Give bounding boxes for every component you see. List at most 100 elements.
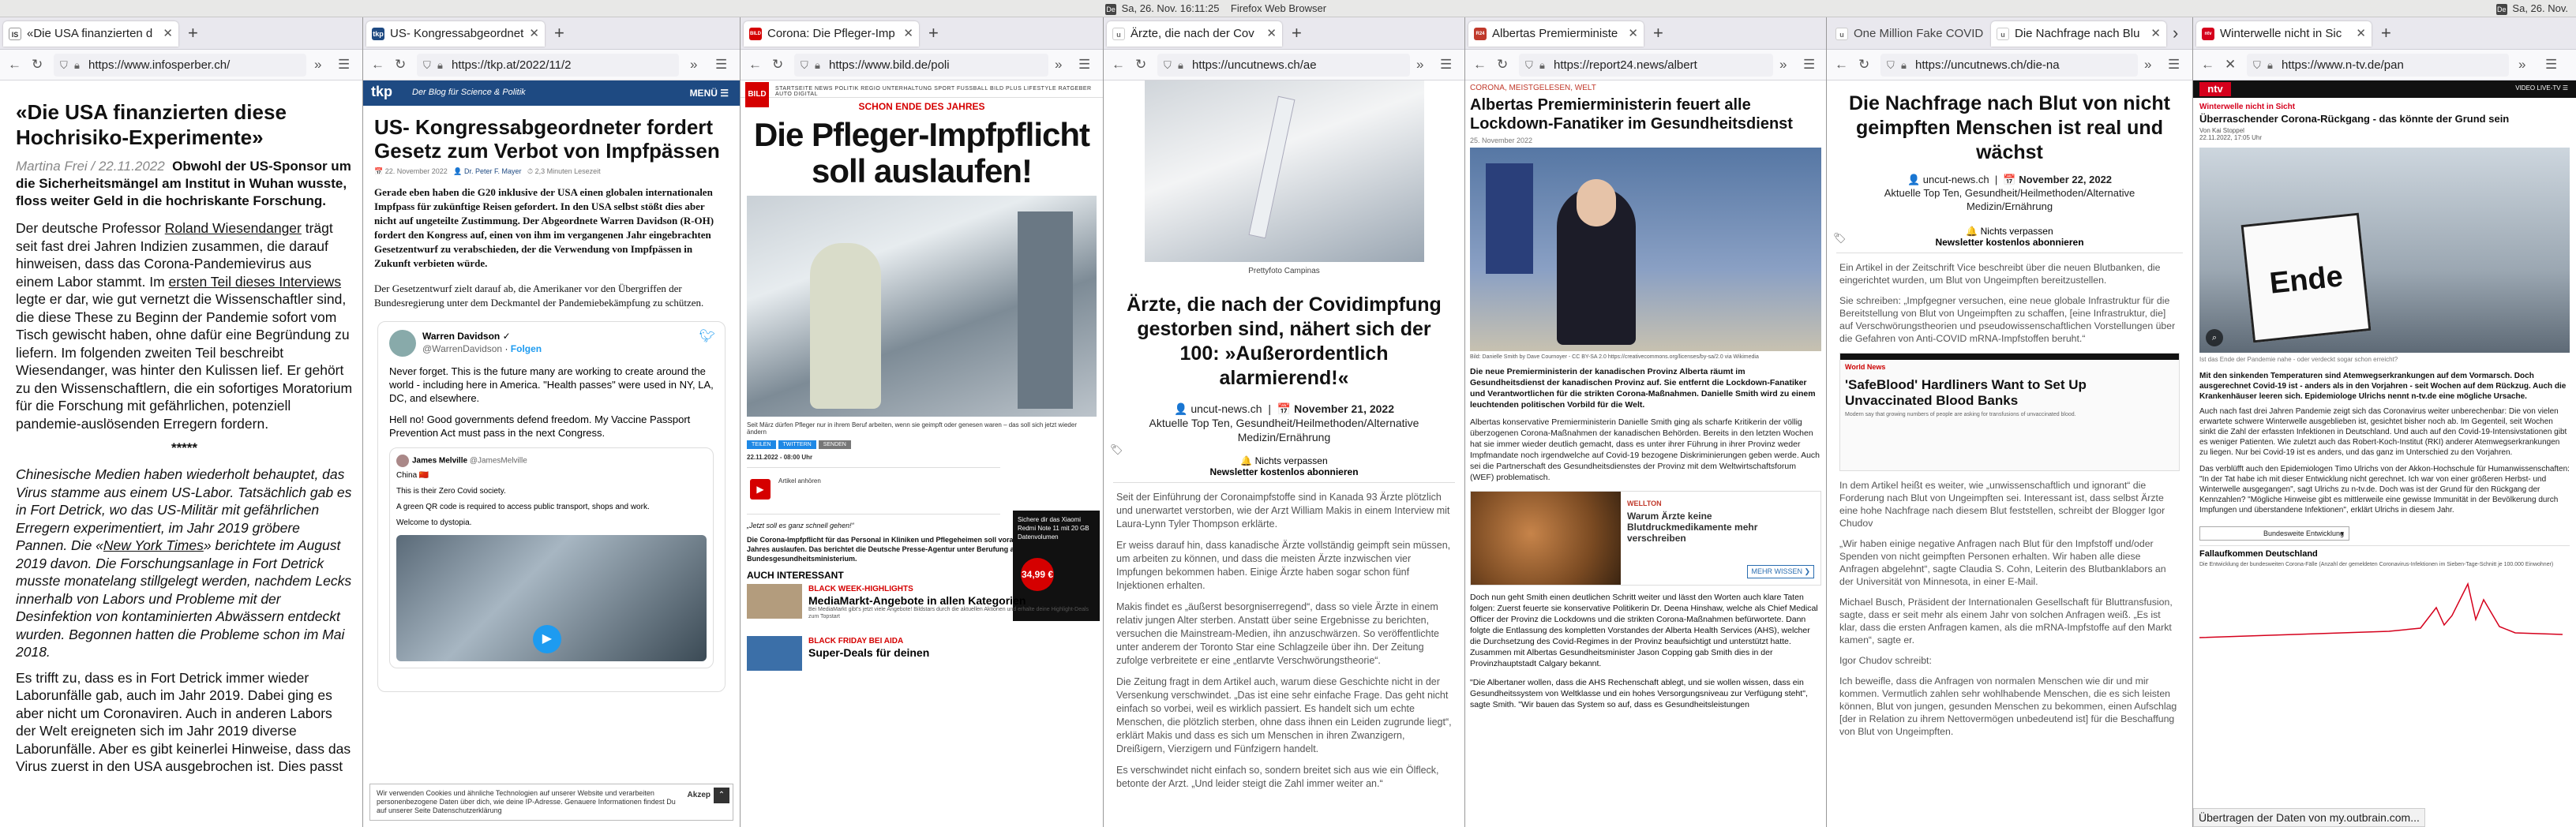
overflow-icon[interactable]: »	[2144, 56, 2151, 73]
related-item[interactable]: BLACK FRIDAY BEI AIDA Super-Deals für dei…	[747, 636, 1097, 671]
stop-icon[interactable]: ✕	[2225, 56, 2236, 73]
menu-icon[interactable]: ☰	[1440, 56, 1452, 73]
overflow-icon[interactable]: »	[690, 56, 697, 73]
site-nav-items[interactable]: STARTSEITE NEWS POLITIK REGIO UNTERHALTU…	[775, 86, 1103, 97]
paragraph: Es verschwindet nicht einfach so, sonder…	[1116, 765, 1439, 789]
tab-tkp[interactable]: tkp US- Kongressabgeordnet ✕	[366, 21, 545, 47]
new-tab-button[interactable]: +	[1292, 24, 1302, 43]
new-tab-button[interactable]: +	[928, 24, 939, 43]
reload-icon[interactable]: ↻	[772, 56, 783, 73]
close-icon[interactable]: ✕	[1266, 21, 1277, 47]
play-icon[interactable]: ▶	[750, 479, 771, 500]
system-clock[interactable]: De Sa, 26. Nov. 16:11:25 Firefox Web Bro…	[1105, 2, 1326, 15]
site-menu-button[interactable]: MENÜ ☰	[690, 88, 729, 99]
article-categories[interactable]: CORONA, MEISTGELESEN, WELT	[1465, 80, 1826, 92]
site-name[interactable]: uncut-news.ch	[1191, 402, 1262, 415]
back-icon[interactable]: ←	[8, 56, 21, 73]
zoom-icon[interactable]: ⌕	[2206, 329, 2223, 346]
reload-icon[interactable]: ↻	[32, 56, 43, 73]
close-icon[interactable]: ✕	[529, 21, 539, 47]
back-icon[interactable]: ←	[748, 56, 762, 73]
tab-uncutnews[interactable]: u Ärzte, die nach der Cov ✕	[1107, 21, 1282, 47]
reload-icon[interactable]: ↻	[395, 56, 406, 73]
newsletter-box[interactable]: 🔔 Nichts verpassen Newsletter kostenlos a…	[1104, 455, 1464, 477]
play-icon[interactable]: ▶	[532, 625, 561, 653]
newsletter-cta[interactable]: Newsletter kostenlos abonnieren	[1104, 466, 1464, 477]
overflow-icon[interactable]: »	[314, 56, 321, 73]
tab-bild[interactable]: BILD Corona: Die Pfleger-Imp ✕	[744, 21, 919, 47]
scroll-up-icon[interactable]: ⌃	[714, 788, 729, 803]
share-twitter-button[interactable]: TWITTERN	[778, 440, 816, 449]
menu-icon[interactable]: ☰	[2545, 56, 2557, 73]
menu-icon[interactable]: ☰	[715, 56, 727, 73]
site-name[interactable]: uncut-news.ch	[1923, 174, 1989, 185]
menu-icon[interactable]: ☰	[2168, 56, 2180, 73]
back-icon[interactable]: ←	[1473, 56, 1487, 73]
overflow-icon[interactable]: »	[2518, 56, 2525, 73]
share-mail-button[interactable]: SENDEN	[818, 440, 851, 449]
back-icon[interactable]: ←	[2201, 56, 2214, 73]
cookie-accept-button[interactable]: Akzep	[688, 791, 711, 799]
menu-icon[interactable]: ☰	[1078, 56, 1090, 73]
reload-icon[interactable]: ↻	[1135, 56, 1146, 73]
url-bar[interactable]: ⛉ 🔒︎ https://uncutnews.ch/die-na	[1880, 54, 2138, 77]
close-icon[interactable]: ✕	[903, 21, 913, 47]
embedded-tweet[interactable]: 🐦︎ Warren Davidson ✓ @WarrenDavidson · F…	[377, 321, 726, 692]
tab-overflow-icon[interactable]: ›	[2173, 24, 2178, 43]
region-select[interactable]: Bundesweite Entwicklung ▾	[2199, 526, 2349, 541]
close-icon[interactable]: ✕	[2150, 21, 2161, 47]
new-tab-button[interactable]: +	[188, 24, 198, 43]
url-bar[interactable]: ⛉ 🔒︎ https://report24.news/albert	[1519, 54, 1773, 77]
article-title: US- Kongressabgeordneter fordert Gesetz …	[374, 115, 720, 163]
tab-ntv[interactable]: ntv Winterwelle nicht in Sic ✕	[2196, 21, 2372, 47]
site-logo[interactable]: ntv	[2199, 82, 2231, 96]
tab-fake-covid[interactable]: u One Million Fake COVID	[1830, 21, 1988, 47]
overflow-icon[interactable]: »	[1416, 56, 1423, 73]
site-nav-items[interactable]: VIDEO LIVE-TV ☰	[2515, 84, 2568, 92]
article-categories[interactable]: Aktuelle Top Ten, Gesundheit/Heilmethode…	[1149, 417, 1419, 443]
url-bar[interactable]: ⛉ 🔒︎ https://www.n-tv.de/pan	[2247, 54, 2509, 77]
reload-icon[interactable]: ↻	[1497, 56, 1508, 73]
overflow-icon[interactable]: »	[1055, 56, 1062, 73]
site-logo[interactable]: BILD	[745, 82, 769, 107]
menu-icon[interactable]: ☰	[338, 56, 350, 73]
related-item[interactable]: BLACK WEEK-HIGHLIGHTS MediaMarkt-Angebote…	[747, 584, 1097, 619]
newsletter-cta[interactable]: Newsletter kostenlos abonnieren	[1827, 237, 2192, 248]
follow-button[interactable]: Folgen	[511, 343, 542, 354]
new-tab-button[interactable]: +	[554, 24, 564, 43]
shield-icon: ⛉	[2253, 59, 2261, 71]
new-tab-button[interactable]: +	[2381, 24, 2391, 43]
link-first-part[interactable]: ersten Teil dieses Interviews	[169, 274, 342, 290]
article-categories[interactable]: Aktuelle Top Ten, Gesundheit/Heilmethode…	[1884, 187, 2135, 212]
audio-player[interactable]: ▶ Artikel anhören	[747, 467, 1000, 515]
quoted-video[interactable]: ▶	[396, 535, 707, 661]
link-nyt[interactable]: New York Times	[103, 537, 204, 553]
newsletter-box[interactable]: 🔔 Nichts verpassen Newsletter kostenlos a…	[1827, 226, 2192, 248]
url-bar[interactable]: ⛉ 🔒︎ https://tkp.at/2022/11/2	[417, 54, 679, 77]
system-clock-right[interactable]: De Sa, 26. Nov.	[2495, 2, 2568, 15]
link-wiesendanger[interactable]: Roland Wiesendanger	[165, 220, 302, 236]
close-icon[interactable]: ✕	[1628, 21, 1638, 47]
close-icon[interactable]: ✕	[163, 21, 173, 47]
tab-blood-demand[interactable]: u Die Nachfrage nach Blu ✕	[1991, 21, 2166, 47]
article-author[interactable]: Dr. Peter F. Mayer	[464, 167, 522, 175]
url-bar[interactable]: ⛉ 🔒︎ https://uncutnews.ch/ae	[1157, 54, 1410, 77]
share-facebook-button[interactable]: TEILEN	[747, 440, 776, 449]
overflow-icon[interactable]: »	[1779, 56, 1787, 73]
menu-icon[interactable]: ☰	[1803, 56, 1815, 73]
tab-infosperber[interactable]: IS «Die USA finanzierten d ✕	[3, 21, 178, 47]
back-icon[interactable]: ←	[1835, 56, 1848, 73]
back-icon[interactable]: ←	[371, 56, 384, 73]
new-tab-button[interactable]: +	[1653, 24, 1663, 43]
site-logo[interactable]: tkp	[371, 84, 392, 100]
browser-window-infosperber: IS «Die USA finanzierten d ✕ + ← ↻ ⛉ 🔒︎ …	[0, 17, 363, 827]
back-icon[interactable]: ←	[1112, 56, 1125, 73]
ad-more-button[interactable]: MEHR WISSEN ❯	[1747, 565, 1814, 578]
advertisement[interactable]: WELLTON Warum Ärzte keine Blutdruckmedik…	[1470, 491, 1821, 586]
url-bar[interactable]: ⛉ 🔒︎ https://www.bild.de/poli	[794, 54, 1048, 77]
reload-icon[interactable]: ↻	[1858, 56, 1869, 73]
close-icon[interactable]: ✕	[2356, 21, 2366, 47]
url-bar[interactable]: ⛉ 🔒︎ https://www.infosperber.ch/	[54, 54, 306, 77]
tab-report24[interactable]: R24 Albertas Premierministe ✕	[1468, 21, 1644, 47]
quoted-tweet[interactable]: James Melville @JamesMelville China 🇨🇳 T…	[389, 447, 714, 668]
